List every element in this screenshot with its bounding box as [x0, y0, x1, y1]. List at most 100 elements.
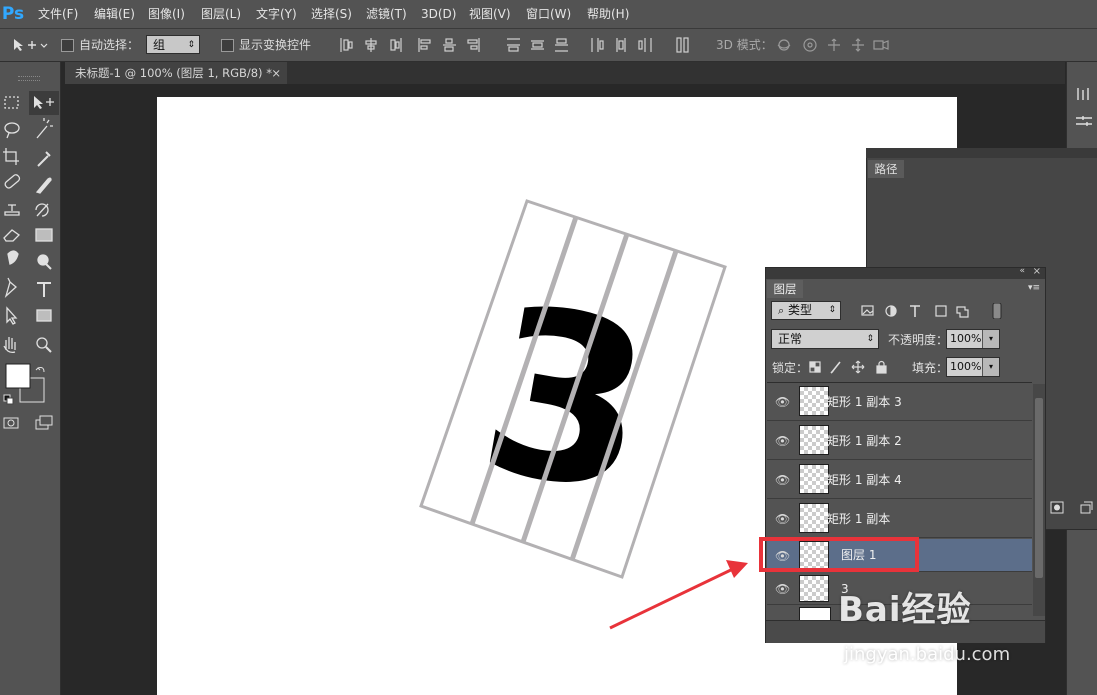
watermark-url: jingyan.baidu.com — [844, 644, 1011, 665]
layer-row-rect-copy-4[interactable]: 👁 矩形 1 副本 4 — [767, 461, 1032, 499]
eraser-tool-icon — [3, 229, 21, 242]
fill-value: 100% — [950, 360, 982, 373]
menu-select[interactable]: 选择(S) — [311, 0, 352, 28]
gradient-tool-icon — [35, 228, 53, 242]
panel-menu-icon[interactable]: ▾≡ — [1028, 283, 1042, 293]
layer-filter-icons[interactable] — [860, 303, 1010, 319]
tool-icons — [3, 91, 59, 430]
toolbar-grip[interactable] — [18, 76, 40, 81]
move-tool-preset-icon[interactable] — [12, 37, 48, 53]
layer-thumbnail — [799, 575, 829, 602]
rectangle-tool-icon — [36, 309, 52, 322]
opacity-slider-arrow-icon[interactable]: ▾ — [982, 330, 999, 348]
show-transform-checkbox[interactable] — [221, 39, 234, 52]
menu-file[interactable]: 文件(F) — [38, 0, 78, 28]
visibility-eye-icon[interactable]: 👁 — [775, 473, 790, 487]
blend-mode-dropdown[interactable]: 正常 ⇕ — [771, 329, 879, 349]
fill-slider-arrow-icon[interactable]: ▾ — [982, 358, 999, 376]
layer-name: 矩形 1 副本 4 — [827, 473, 902, 487]
baidu-jingyan-watermark: Bai经验 jingyan.baidu.com — [838, 582, 1048, 682]
fill-label: 填充： — [912, 361, 949, 375]
layer-list-scroll-thumb[interactable] — [1035, 398, 1043, 578]
collapse-panel-icon[interactable]: « — [1019, 266, 1025, 276]
zoom-tool-icon — [36, 337, 48, 349]
background-layer-thumbnail — [799, 607, 831, 621]
history-brush-icon — [35, 203, 49, 217]
close-panel-icon[interactable]: × — [1033, 266, 1041, 277]
menu-image[interactable]: 图像(I) — [148, 0, 185, 28]
clone-stamp-icon — [4, 204, 20, 216]
layer-thumbnail — [799, 386, 829, 416]
path-selection-icon — [6, 306, 18, 325]
layer-row-rect-copy[interactable]: 👁 矩形 1 副本 — [767, 500, 1032, 538]
lock-all-icon — [876, 365, 887, 374]
adjustments-icon — [1076, 116, 1092, 126]
magic-wand-tool-icon — [36, 118, 53, 139]
lock-image-icon — [830, 361, 841, 374]
auto-select-value: 组 — [153, 38, 166, 52]
pen-tool-icon — [4, 277, 17, 298]
search-icon: ⌕ — [778, 304, 785, 317]
menu-3d[interactable]: 3D(D) — [421, 0, 456, 28]
menu-window[interactable]: 窗口(W) — [526, 0, 571, 28]
layer-thumbnail — [799, 425, 829, 455]
layers-panel-titlebar[interactable]: « × — [766, 266, 1045, 279]
type-filter-icon — [910, 305, 920, 317]
menu-layer[interactable]: 图层(L) — [201, 0, 241, 28]
align-distribute-icons[interactable] — [338, 37, 698, 53]
auto-select-checkbox[interactable] — [61, 39, 74, 52]
visibility-eye-icon[interactable]: 👁 — [775, 512, 790, 526]
fill-input[interactable]: 100% ▾ — [946, 357, 1000, 377]
paths-footer-icons[interactable] — [1050, 501, 1094, 515]
document-tab-title: 未标题-1 @ 100% (图层 1, RGB/8) * — [75, 66, 272, 80]
dropdown-arrows-icon: ⇕ — [187, 40, 195, 50]
3d-mode-icons[interactable] — [776, 37, 896, 53]
lasso-tool-icon — [4, 122, 20, 134]
menu-bar: Ps 文件(F) 编辑(E) 图像(I) 图层(L) 文字(Y) 选择(S) 滤… — [0, 0, 1097, 29]
photoshop-logo: Ps — [1, 4, 25, 24]
watermark-brand: Bai经验 — [838, 590, 972, 630]
menu-view[interactable]: 视图(V) — [469, 0, 511, 28]
visibility-eye-icon[interactable]: 👁 — [775, 434, 790, 448]
filter-toggle-switch — [992, 303, 1002, 319]
auto-select-label: 自动选择： — [79, 38, 140, 52]
visibility-eye-icon[interactable]: 👁 — [775, 395, 790, 409]
lock-icons[interactable] — [808, 360, 888, 374]
lock-position-icon — [851, 360, 865, 374]
opacity-label: 不透明度： — [888, 333, 949, 347]
menu-help[interactable]: 帮助(H) — [587, 0, 629, 28]
swap-colors-icon — [35, 367, 45, 373]
highlight-box — [759, 537, 919, 572]
3d-mode-label: 3D 模式： — [716, 38, 773, 52]
menu-filter[interactable]: 滤镜(T) — [366, 0, 407, 28]
brush-tool-icon — [35, 177, 52, 194]
layers-panel-tab[interactable]: 图层 — [767, 280, 803, 298]
layer-name: 矩形 1 副本 2 — [827, 434, 902, 448]
type-tool-icon — [37, 282, 51, 297]
brush-presets-icon — [1077, 88, 1089, 100]
auto-select-dropdown[interactable]: 组 ⇕ — [146, 35, 200, 54]
layer-row-rect-copy-2[interactable]: 👁 矩形 1 副本 2 — [767, 422, 1032, 460]
menu-type[interactable]: 文字(Y) — [256, 0, 297, 28]
visibility-eye-icon[interactable]: 👁 — [775, 582, 790, 596]
document-tab[interactable]: 未标题-1 @ 100% (图层 1, RGB/8) * × — [65, 62, 287, 84]
red-arrow-head — [726, 560, 748, 578]
layer-name: 矩形 1 副本 3 — [827, 395, 902, 409]
menu-edit[interactable]: 编辑(E) — [94, 0, 135, 28]
dock-icons — [1076, 88, 1092, 126]
layer-filter-dropdown[interactable]: ⌕ 类型 ⇕ — [771, 301, 841, 320]
dropdown-arrows-icon: ⇕ — [828, 305, 836, 315]
close-tab-icon[interactable]: × — [271, 62, 281, 84]
blur-tool-icon — [7, 250, 19, 265]
crop-tool-icon — [3, 148, 19, 165]
opacity-input[interactable]: 100% ▾ — [946, 329, 1000, 349]
layer-row-rect-copy-3[interactable]: 👁 矩形 1 副本 3 — [767, 383, 1032, 421]
lock-label: 锁定： — [772, 361, 809, 375]
show-transform-label: 显示变换控件 — [239, 38, 312, 52]
paths-panel-tab[interactable]: 路径 — [868, 160, 904, 178]
shape-filter-icon — [935, 305, 947, 317]
paths-panel-titlebar[interactable] — [866, 148, 1097, 158]
layer-name: 矩形 1 副本 — [827, 512, 891, 526]
smart-object-filter-icon — [956, 306, 969, 318]
dropdown-arrows-icon: ⇕ — [866, 334, 874, 344]
